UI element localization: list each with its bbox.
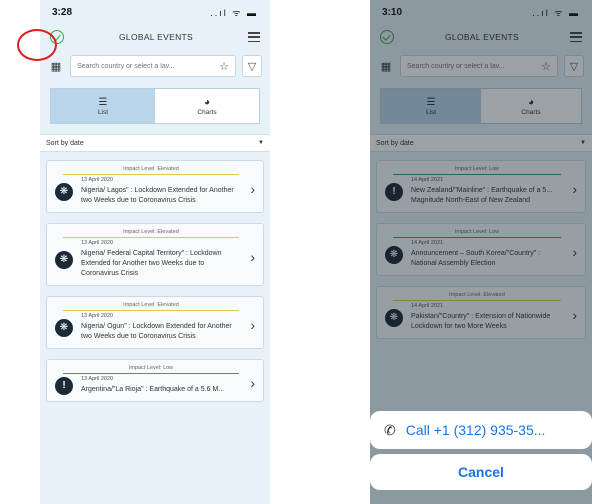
impact-level: Impact Level: Low: [393, 229, 561, 238]
star-icon[interactable]: ☆: [541, 60, 551, 73]
event-date: 14 April 2021: [411, 240, 444, 246]
impact-level: Impact Level: Elevated: [63, 302, 239, 311]
event-title: Announcement – South Korea/"Country" : N…: [411, 250, 541, 267]
event-card[interactable]: Impact Level: Elevated 13 April 2020 Nig…: [46, 296, 264, 349]
event-card[interactable]: Impact Level: Low 14 April 2021 New Zeal…: [376, 160, 586, 213]
event-date: 14 April 2021: [411, 177, 444, 183]
filter-button[interactable]: ▽: [564, 55, 584, 77]
right-phone-screen: 3:10 ..ıl ᯤ ▬ GLOBAL EVENTS ▦ ☆ ▽ ☰ List…: [370, 0, 592, 504]
event-title: Nigeria/ Lagos" : Lockdown Extended for …: [81, 187, 234, 204]
highlight-ring: [17, 29, 57, 61]
event-date: 13 April 2020: [81, 313, 114, 319]
event-card[interactable]: Impact Level: Low 13 April 2020 Argentin…: [46, 359, 264, 402]
virus-icon: ❋: [55, 250, 73, 269]
search-box[interactable]: ☆: [400, 55, 558, 77]
status-icons: ..ıl ᯤ ▬: [210, 7, 258, 18]
phone-icon: ✆: [384, 421, 396, 438]
alert-icon: !: [55, 376, 73, 395]
chart-icon: ◕: [527, 96, 535, 108]
event-list: Impact Level: Elevated 13 April 2020 Nig…: [40, 152, 270, 402]
map-icon[interactable]: ▦: [378, 60, 394, 73]
alert-icon: !: [385, 182, 403, 201]
map-icon[interactable]: ▦: [48, 60, 64, 73]
event-card[interactable]: Impact Level: Elevated 13 April 2020 Nig…: [46, 223, 264, 286]
impact-level: Impact Level: Elevated: [393, 292, 561, 301]
event-title: Nigeria/ Ogun" : Lockdown Extended for A…: [81, 323, 232, 340]
page-title: GLOBAL EVENTS: [445, 32, 519, 42]
filter-button[interactable]: ▽: [242, 55, 262, 77]
sort-dropdown[interactable]: Sort by date ▼: [370, 134, 592, 152]
virus-icon: ❋: [385, 245, 403, 264]
chevron-right-icon[interactable]: ›: [250, 317, 255, 333]
chevron-right-icon[interactable]: ›: [250, 181, 255, 197]
status-time: 3:10: [382, 6, 403, 18]
cancel-label: Cancel: [458, 464, 504, 480]
dropdown-arrow-icon: ▼: [580, 140, 586, 146]
event-title: New Zealand/"Mainline" : Earthquake of a…: [411, 187, 553, 204]
status-bar: 3:10 ..ıl ᯤ ▬: [370, 0, 592, 24]
left-phone-screen: 3:28 ..ıl ᯤ ▬ GLOBAL EVENTS ▦ ☆ ▽ ☰ List…: [40, 0, 270, 504]
filter-icon: ▽: [247, 60, 257, 73]
search-box[interactable]: ☆: [70, 55, 236, 77]
hamburger-menu-icon[interactable]: [247, 32, 260, 42]
virus-icon: ❋: [55, 318, 73, 337]
search-input[interactable]: [77, 62, 220, 70]
event-title: Pakistan/"Country" : Extension of Nation…: [411, 313, 551, 330]
app-header: GLOBAL EVENTS: [40, 24, 270, 50]
event-date: 14 April 2021: [411, 303, 444, 309]
tab-charts-label: Charts: [521, 108, 541, 116]
impact-level: Impact Level: Elevated: [63, 229, 239, 238]
chevron-right-icon[interactable]: ›: [250, 375, 255, 391]
event-date: 13 April 2020: [81, 177, 114, 183]
search-input[interactable]: [407, 62, 542, 70]
event-date: 13 April 2020: [81, 240, 114, 246]
tab-charts[interactable]: ◕ Charts: [481, 89, 581, 123]
tab-charts[interactable]: ◕ Charts: [155, 89, 259, 123]
chevron-right-icon[interactable]: ›: [572, 181, 577, 197]
impact-level: Impact Level: Low: [393, 166, 561, 175]
virus-icon: ❋: [55, 182, 73, 201]
event-list: Impact Level: Low 14 April 2021 New Zeal…: [370, 152, 592, 339]
tab-list-label: List: [425, 108, 437, 116]
dropdown-arrow-icon: ▼: [258, 140, 264, 146]
chevron-right-icon[interactable]: ›: [572, 307, 577, 323]
event-title: Argentina/"La Rioja" : Earthquake of a 5…: [81, 386, 225, 393]
virus-icon: ❋: [385, 308, 403, 327]
tab-charts-label: Charts: [197, 108, 217, 116]
status-time: 3:28: [52, 6, 73, 18]
chart-icon: ◕: [203, 96, 211, 108]
call-label: Call +1 (312) 935-35...: [405, 422, 546, 438]
chevron-right-icon[interactable]: ›: [250, 249, 255, 265]
impact-level: Impact Level: Elevated: [63, 166, 239, 175]
impact-level: Impact Level: Low: [63, 365, 239, 374]
sort-dropdown[interactable]: Sort by date ▼: [40, 134, 270, 152]
tab-list-label: List: [97, 108, 109, 116]
search-row: ▦ ☆ ▽: [370, 50, 592, 82]
tab-list[interactable]: ☰ List: [51, 89, 155, 123]
status-icons: ..ıl ᯤ ▬: [532, 7, 580, 18]
event-date: 13 April 2020: [81, 376, 114, 382]
star-icon[interactable]: ☆: [219, 60, 229, 73]
app-header: GLOBAL EVENTS: [370, 24, 592, 50]
tab-list[interactable]: ☰ List: [381, 89, 481, 123]
page-title: GLOBAL EVENTS: [119, 32, 193, 42]
view-toggle: ☰ List ◕ Charts: [380, 88, 582, 124]
list-icon: ☰: [426, 96, 436, 108]
list-icon: ☰: [98, 96, 108, 108]
logo-check-icon[interactable]: [380, 30, 394, 44]
view-toggle: ☰ List ◕ Charts: [50, 88, 260, 124]
cancel-button[interactable]: Cancel: [370, 454, 592, 490]
search-row: ▦ ☆ ▽: [40, 50, 270, 82]
sort-label: Sort by date: [376, 139, 414, 147]
sort-label: Sort by date: [46, 139, 84, 147]
call-option-button[interactable]: ✆ Call +1 (312) 935-35...: [370, 411, 592, 449]
filter-icon: ▽: [569, 60, 579, 73]
event-card[interactable]: Impact Level: Elevated 14 April 2021 Pak…: [376, 286, 586, 339]
event-card[interactable]: Impact Level: Low 14 April 2021 Announce…: [376, 223, 586, 276]
hamburger-menu-icon[interactable]: [569, 32, 582, 42]
status-bar: 3:28 ..ıl ᯤ ▬: [40, 0, 270, 24]
event-title: Nigeria/ Federal Capital Territory" : Lo…: [81, 250, 222, 277]
event-card[interactable]: Impact Level: Elevated 13 April 2020 Nig…: [46, 160, 264, 213]
chevron-right-icon[interactable]: ›: [572, 244, 577, 260]
